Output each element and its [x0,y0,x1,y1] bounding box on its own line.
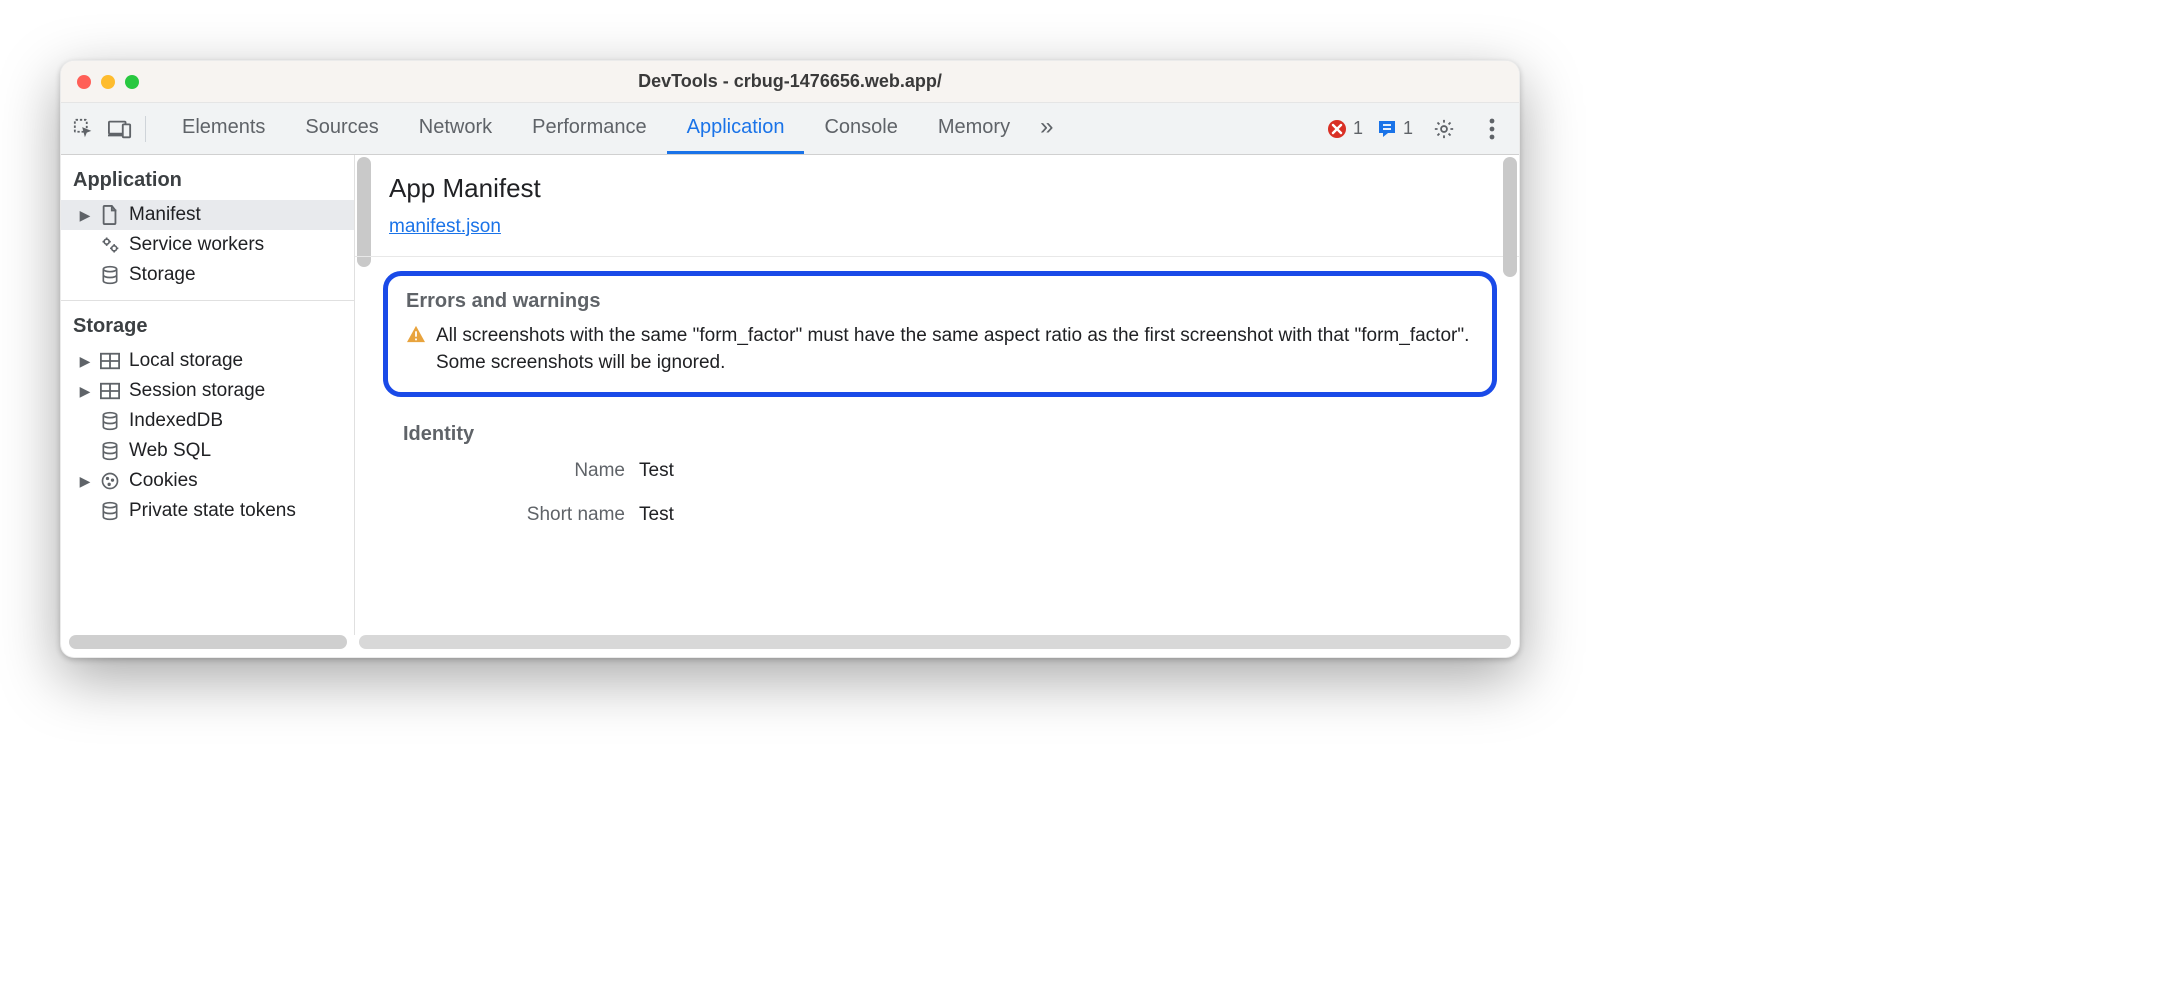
toolbar-right: 1 1 [1327,112,1509,146]
tab-sources[interactable]: Sources [285,103,398,154]
chevron-right-icon: ▶ [79,353,91,370]
database-icon [99,500,121,522]
issues-badge[interactable]: 1 [1377,118,1413,139]
database-icon [99,264,121,286]
sidebar-item-service-workers[interactable]: Service workers [61,230,354,260]
sidebar-item-websql[interactable]: Web SQL [61,436,354,466]
warning-row: All screenshots with the same "form_fact… [406,323,1474,376]
settings-gear-icon[interactable] [1427,112,1461,146]
warning-text: All screenshots with the same "form_fact… [436,323,1474,376]
bottom-scrollbars [61,635,1519,657]
chevron-right-icon: ▶ [79,473,91,490]
errors-badge[interactable]: 1 [1327,118,1363,139]
errors-warnings-box: Errors and warnings All screenshots with… [383,271,1497,397]
sidebar-item-label: Manifest [129,204,201,226]
identity-heading: Identity [403,423,1491,446]
window-traffic-lights [77,75,139,89]
tab-performance[interactable]: Performance [512,103,667,154]
sidebar-item-label: Local storage [129,350,243,372]
page-title: App Manifest [389,173,1491,204]
table-icon [99,350,121,372]
chevron-right-icon: ▶ [79,383,91,400]
panel-tabs: Elements Sources Network Performance App… [162,103,1063,154]
tab-console[interactable]: Console [804,103,917,154]
main-scrollbar[interactable] [1503,157,1517,277]
sidebar-item-session-storage[interactable]: ▶ Session storage [61,376,354,406]
issues-count: 1 [1403,118,1413,139]
close-window-button[interactable] [77,75,91,89]
divider [355,256,1519,257]
sidebar-item-cookies[interactable]: ▶ Cookies [61,466,354,496]
device-toolbar-icon[interactable] [103,112,137,146]
tabs-overflow-button[interactable]: » [1030,103,1063,154]
manifest-link[interactable]: manifest.json [389,216,501,237]
sidebar-item-label: Session storage [129,380,265,402]
sidebar-section-storage: Storage [61,301,354,346]
field-short-name: Short name Test [389,504,1491,526]
sidebar-item-label: Web SQL [129,440,211,462]
sidebar-item-indexeddb[interactable]: IndexedDB [61,406,354,436]
field-name: Name Test [389,460,1491,482]
window-titlebar: DevTools - crbug-1476656.web.app/ [61,61,1519,103]
sidebar-item-label: Cookies [129,470,198,492]
file-icon [99,204,121,226]
devtools-window: DevTools - crbug-1476656.web.app/ Elemen… [60,60,1520,658]
field-label: Name [389,460,639,482]
field-label: Short name [389,504,639,526]
sidebar-item-label: Storage [129,264,196,286]
sidebar-section-application: Application [61,155,354,200]
chevron-right-icon: ▶ [79,207,91,224]
sidebar-item-storage[interactable]: Storage [61,260,354,290]
database-icon [99,440,121,462]
sidebar-item-private-state-tokens[interactable]: Private state tokens [61,496,354,526]
main-h-scrollbar[interactable] [359,635,1511,649]
sidebar-h-scrollbar[interactable] [69,635,347,649]
tab-elements[interactable]: Elements [162,103,285,154]
sidebar-item-label: Private state tokens [129,500,296,522]
main-panel: App Manifest manifest.json Errors and wa… [355,155,1519,635]
errors-count: 1 [1353,118,1363,139]
tab-application[interactable]: Application [667,103,805,154]
tab-network[interactable]: Network [399,103,512,154]
application-sidebar: Application ▶ Manifest Service workers [61,155,355,635]
inspect-element-icon[interactable] [67,112,101,146]
database-icon [99,410,121,432]
more-options-icon[interactable] [1475,112,1509,146]
cookie-icon [99,470,121,492]
sidebar-item-manifest[interactable]: ▶ Manifest [61,200,354,230]
toolbar-divider [145,116,146,142]
window-title: DevTools - crbug-1476656.web.app/ [61,71,1519,92]
field-value: Test [639,504,674,526]
table-icon [99,380,121,402]
sidebar-item-label: Service workers [129,234,264,256]
sidebar-item-local-storage[interactable]: ▶ Local storage [61,346,354,376]
content-area: Application ▶ Manifest Service workers [61,155,1519,635]
devtools-toolbar: Elements Sources Network Performance App… [61,103,1519,155]
minimize-window-button[interactable] [101,75,115,89]
maximize-window-button[interactable] [125,75,139,89]
gears-icon [99,234,121,256]
sidebar-item-label: IndexedDB [129,410,223,432]
warning-triangle-icon [406,325,426,376]
errors-warnings-heading: Errors and warnings [406,290,1474,313]
tab-memory[interactable]: Memory [918,103,1030,154]
field-value: Test [639,460,674,482]
